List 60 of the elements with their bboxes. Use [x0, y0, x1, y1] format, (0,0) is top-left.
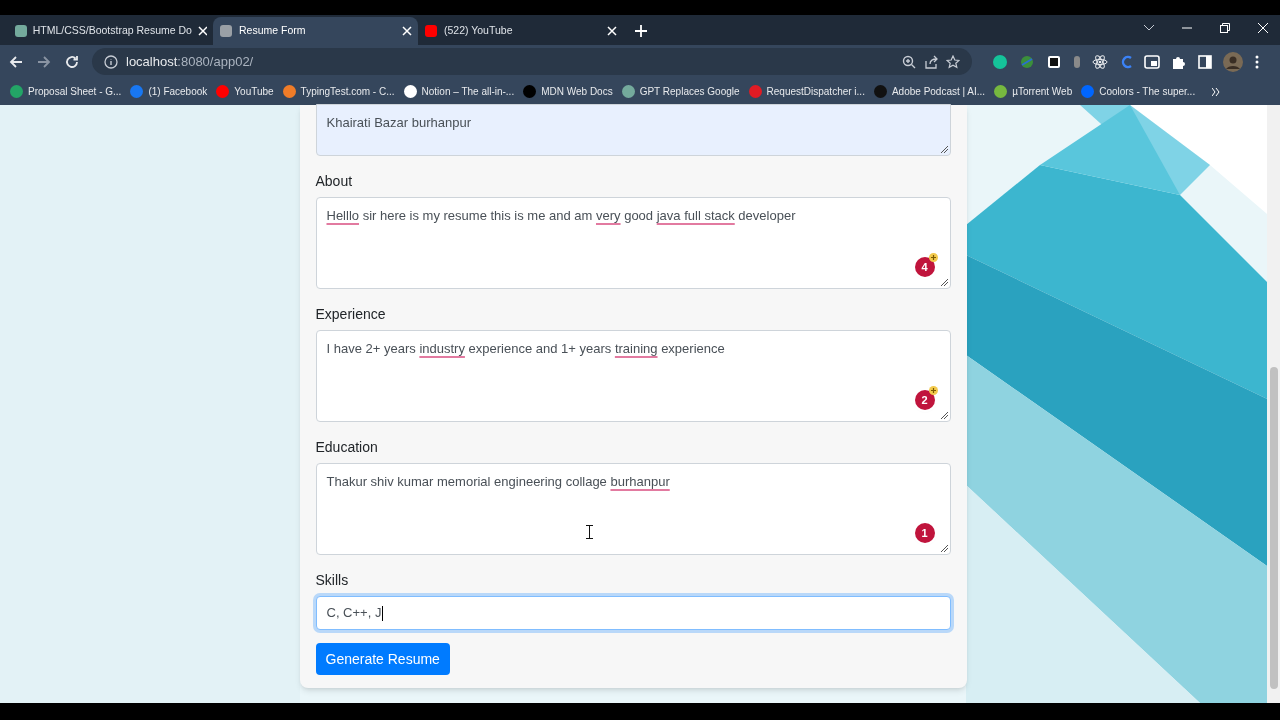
field-label: Education [315, 438, 379, 456]
textarea-field[interactable]: Khairati Bazar burhanpur [315, 104, 951, 156]
input-field[interactable]: C, C++, J [315, 596, 951, 630]
extension-icon[interactable] [1046, 53, 1062, 70]
field-label: About [315, 172, 354, 190]
browser-tab[interactable]: HTML/CSS/Bootstrap Resume Do [8, 17, 213, 45]
bookmark[interactable]: µTorrent Web [994, 84, 1073, 99]
url-text: localhost:8080/app02/ [126, 52, 254, 71]
bookmark[interactable]: Coolors - The super... [1081, 84, 1196, 99]
zoom-icon[interactable] [902, 54, 916, 69]
back-icon[interactable] [8, 53, 24, 70]
scrollbar[interactable] [1267, 105, 1280, 703]
bookmark[interactable]: RequestDispatcher i... [748, 84, 865, 99]
bookmark[interactable]: GPT Replaces Google [621, 84, 740, 99]
browser-tab[interactable]: (522) YouTube [418, 17, 623, 45]
bookmark[interactable]: Adobe Podcast | AI... [873, 84, 986, 99]
side-panel-icon[interactable] [1198, 54, 1212, 69]
field-label: Experience [315, 305, 387, 323]
close-icon[interactable] [197, 26, 207, 36]
resize-handle-icon[interactable] [940, 412, 948, 419]
resize-handle-icon[interactable] [940, 279, 948, 286]
close-icon[interactable] [607, 26, 617, 36]
field-label: Skills [315, 571, 350, 589]
textarea-field[interactable]: Helllo sir here is my resume this is me and am very good java full stack developer 4 [315, 197, 951, 289]
address-bar[interactable]: localhost:8080/app02/ [92, 48, 972, 75]
resize-handle-icon[interactable] [940, 545, 948, 552]
scrollbar-thumb[interactable] [1269, 367, 1278, 689]
tab-title: Resume Form [239, 23, 307, 39]
new-tab-icon[interactable] [635, 25, 647, 37]
tab-title: HTML/CSS/Bootstrap Resume Do [32, 23, 192, 39]
text-cursor-icon [585, 525, 593, 539]
resize-handle-icon[interactable] [940, 146, 948, 153]
bookmark[interactable]: MDN Web Docs [523, 84, 613, 99]
forward-icon[interactable] [36, 53, 52, 70]
close-window-icon[interactable] [1258, 23, 1268, 33]
browser-tab[interactable]: Resume Form [213, 17, 418, 45]
textarea-field[interactable]: Thakur shiv kumar memorial engineering collage burhanpur 1 [315, 463, 951, 555]
generate-resume-button[interactable]: Generate Resume [315, 643, 450, 675]
star-icon[interactable] [946, 54, 960, 69]
atom-icon[interactable] [1092, 53, 1108, 70]
textarea-field[interactable]: I have 2+ years industry experience and 1+ years training experience 2 [315, 330, 951, 422]
bookmark[interactable]: Notion – The all-in-... [403, 84, 515, 99]
chevron-down-icon[interactable] [1144, 25, 1154, 31]
share-icon[interactable] [924, 54, 938, 69]
close-icon[interactable] [402, 26, 412, 36]
restore-icon[interactable] [1220, 23, 1230, 33]
menu-icon[interactable] [1254, 53, 1260, 70]
reload-icon[interactable] [64, 53, 80, 70]
bookmark[interactable]: TypingTest.com - C... [282, 84, 395, 99]
more-bookmarks-icon[interactable] [1212, 87, 1221, 96]
grammar-badge[interactable]: 4 [914, 257, 935, 277]
bookmark[interactable]: YouTube [216, 84, 274, 99]
grammar-badge[interactable]: 2 [914, 390, 935, 410]
picture-in-picture-icon[interactable] [1144, 54, 1160, 69]
avatar-icon[interactable] [1223, 51, 1243, 72]
grammar-badge[interactable]: 1 [914, 523, 935, 543]
bookmark[interactable]: (1) Facebook [130, 84, 208, 99]
info-icon [104, 54, 118, 69]
bookmark[interactable]: Proposal Sheet - G... [10, 84, 122, 99]
tab-title: (522) YouTube [444, 23, 514, 39]
